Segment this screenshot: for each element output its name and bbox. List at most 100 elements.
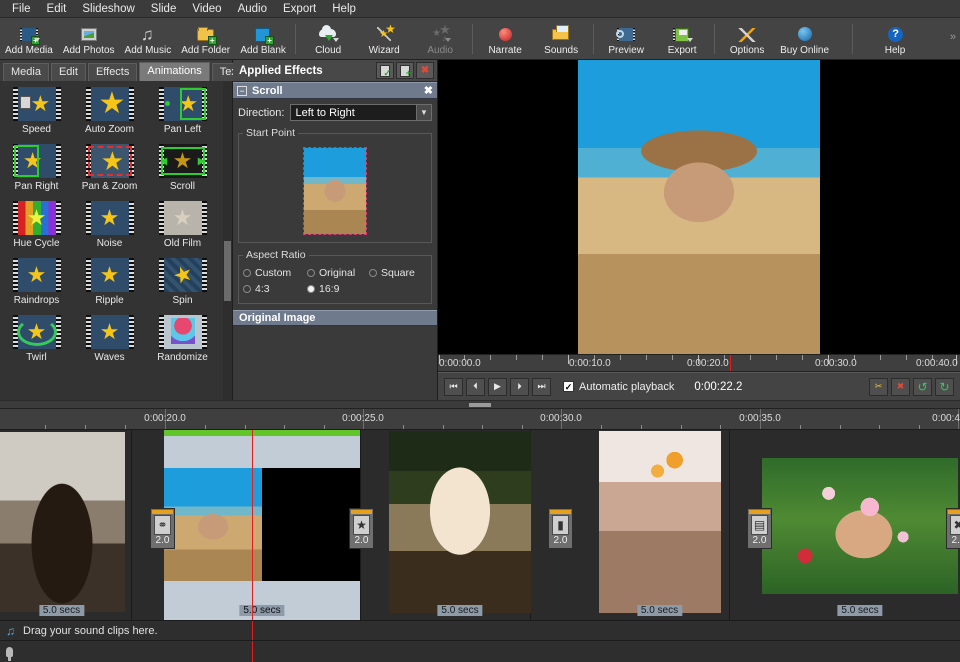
- slide-duration[interactable]: 5.0 secs: [637, 605, 682, 616]
- timeline-slide-2[interactable]: 5.0 secs: [164, 430, 361, 620]
- timeline-slide-5[interactable]: 5.0 secs: [760, 430, 960, 620]
- tab-effects[interactable]: Effects: [88, 63, 137, 81]
- menu-item-video[interactable]: Video: [184, 1, 229, 17]
- toolbar-preview[interactable]: Preview: [598, 18, 654, 60]
- aspect-radio-original[interactable]: Original: [307, 267, 369, 279]
- close-icon[interactable]: ✖: [424, 84, 433, 97]
- chevron-down-icon[interactable]: [445, 38, 451, 42]
- step-forward-button[interactable]: ⏵: [510, 378, 529, 396]
- menu-item-slide[interactable]: Slide: [143, 1, 185, 17]
- go-to-end-button[interactable]: ⏭: [532, 378, 551, 396]
- tab-animations[interactable]: Animations: [139, 62, 209, 81]
- toolbar-wizard[interactable]: ★ ★ Wizard: [356, 18, 412, 60]
- effect-auto-zoom[interactable]: ★ Auto Zoom: [73, 87, 146, 135]
- toolbar-options[interactable]: Options: [719, 18, 775, 60]
- tab-edit[interactable]: Edit: [51, 63, 86, 81]
- slide-duration[interactable]: 5.0 secs: [837, 605, 882, 616]
- toolbar-add-photos[interactable]: Add Photos: [58, 18, 120, 60]
- toolbar-buy-online[interactable]: Buy Online: [775, 18, 834, 60]
- toolbar-cloud[interactable]: Cloud: [300, 18, 356, 60]
- toolbar-add-media[interactable]: + Add Media: [0, 18, 58, 60]
- toolbar-add-blank[interactable]: + Add Blank: [235, 18, 291, 60]
- effect-hue-cycle[interactable]: ★ Hue Cycle: [0, 201, 73, 249]
- play-button[interactable]: ▶: [488, 378, 507, 396]
- transition-1[interactable]: ⚭ 2.0: [150, 508, 175, 549]
- effect-scroll[interactable]: ★ ◀ ▶ Scroll: [146, 144, 219, 192]
- apply-effect-button[interactable]: ✓: [376, 62, 394, 79]
- menu-item-help[interactable]: Help: [324, 1, 364, 17]
- timeline-ruler[interactable]: 0:00:20.0 0:00:25.0 0:00:30.0 0:00:35.0 …: [0, 409, 960, 430]
- toolbar-help[interactable]: ? Help: [867, 18, 923, 60]
- menu-item-slideshow[interactable]: Slideshow: [74, 1, 142, 17]
- toolbar-sounds[interactable]: Sounds: [533, 18, 589, 60]
- automatic-playback-checkbox[interactable]: ✓ Automatic playback: [563, 381, 674, 393]
- slide-duration[interactable]: 5.0 secs: [239, 605, 284, 616]
- aspect-radio-square[interactable]: Square: [369, 267, 415, 279]
- chevron-down-icon[interactable]: [333, 38, 339, 42]
- timeline-track[interactable]: 5.0 secs 5.0 secs 5.0 secs: [0, 430, 960, 620]
- delete-button[interactable]: ✖: [891, 378, 910, 396]
- preview-playhead[interactable]: [730, 355, 731, 371]
- timeline-slide-4[interactable]: 5.0 secs: [590, 430, 730, 620]
- save-effect-button[interactable]: +: [396, 62, 414, 79]
- transition-4[interactable]: ▤ 2.0: [747, 508, 772, 549]
- transition-3[interactable]: ▮ 2.0: [548, 508, 573, 549]
- toolbar-overflow-icon[interactable]: »: [950, 31, 956, 43]
- go-to-start-button[interactable]: ⏮: [444, 378, 463, 396]
- menu-item-audio[interactable]: Audio: [230, 1, 275, 17]
- effect-noise[interactable]: ★ Noise: [73, 201, 146, 249]
- toolbar-audio[interactable]: ★ ★ ♪ Audio: [412, 18, 468, 60]
- start-point-thumbnail[interactable]: [303, 147, 367, 235]
- effect-speed[interactable]: ★ Speed: [0, 87, 73, 135]
- video-preview[interactable]: [438, 60, 960, 354]
- transition-5[interactable]: ✖ 2.0: [946, 508, 960, 549]
- menu-item-edit[interactable]: Edit: [39, 1, 75, 17]
- chevron-down-icon[interactable]: [34, 38, 40, 42]
- aspect-radio-custom[interactable]: Custom: [243, 267, 307, 279]
- effect-pan-and-zoom[interactable]: ★ Pan & Zoom: [73, 144, 146, 192]
- effect-header-scroll[interactable]: − Scroll ✖: [233, 82, 437, 99]
- toolbar-narrate[interactable]: Narrate: [477, 18, 533, 60]
- timeline-slide-1[interactable]: 5.0 secs: [0, 430, 132, 620]
- effect-pan-left[interactable]: ★ Pan Left: [146, 87, 219, 135]
- effect-spin[interactable]: ★ Spin: [146, 258, 219, 306]
- narration-track[interactable]: [0, 640, 960, 662]
- slide-duration[interactable]: 5.0 secs: [39, 605, 84, 616]
- chevron-down-icon[interactable]: ▼: [416, 105, 431, 120]
- sound-track[interactable]: ♫ Drag your sound clips here.: [0, 620, 960, 640]
- tab-media[interactable]: Media: [3, 63, 49, 81]
- timeline-playhead[interactable]: [252, 430, 253, 620]
- toolbar-add-music[interactable]: ♫ Add Music: [120, 18, 177, 60]
- effect-ripple[interactable]: ★ Ripple: [73, 258, 146, 306]
- timeline-slide-3[interactable]: 5.0 secs: [390, 430, 531, 620]
- aspect-radio-4-3[interactable]: 4:3: [243, 283, 307, 295]
- toolbar-add-folder[interactable]: + Add Folder: [176, 18, 235, 60]
- preview-timeline-ruler[interactable]: 0:00:00.0 0:00:10.0 0:00:20.0 0:00:30.0 …: [438, 354, 960, 372]
- slide-duration[interactable]: 5.0 secs: [437, 605, 482, 616]
- direction-select[interactable]: Left to Right ▼: [290, 104, 432, 121]
- undo-button[interactable]: ↺: [913, 378, 932, 396]
- effect-twirl[interactable]: ★ Twirl: [0, 315, 73, 363]
- effect-randomize[interactable]: Randomize: [146, 315, 219, 363]
- star-transition-icon: ★: [353, 515, 370, 535]
- effect-old-film[interactable]: ★ Old Film: [146, 201, 219, 249]
- panel-splitter[interactable]: [0, 400, 960, 409]
- effect-raindrops[interactable]: ★ Raindrops: [0, 258, 73, 306]
- menu-item-file[interactable]: File: [4, 1, 39, 17]
- menu-item-export[interactable]: Export: [275, 1, 324, 17]
- original-image-header[interactable]: Original Image: [233, 310, 437, 326]
- chevron-down-icon[interactable]: [687, 38, 693, 42]
- step-back-button[interactable]: ⏴: [466, 378, 485, 396]
- redo-button[interactable]: ↻: [935, 378, 954, 396]
- delete-all-effects-button[interactable]: ✖: [416, 62, 434, 79]
- effect-pan-right[interactable]: ★ Pan Right: [0, 144, 73, 192]
- aspect-radio-16-9[interactable]: 16:9: [307, 283, 339, 295]
- collapse-icon[interactable]: −: [237, 86, 247, 96]
- transition-2[interactable]: ★ 2.0: [349, 508, 374, 549]
- effect-waves[interactable]: ★ Waves: [73, 315, 146, 363]
- cut-button[interactable]: ✂: [869, 378, 888, 396]
- start-point-preview[interactable]: [243, 143, 427, 238]
- toolbar-export[interactable]: Export: [654, 18, 710, 60]
- aspect-ratio-label: Aspect Ratio: [243, 249, 309, 261]
- effects-scrollbar[interactable]: [223, 81, 232, 400]
